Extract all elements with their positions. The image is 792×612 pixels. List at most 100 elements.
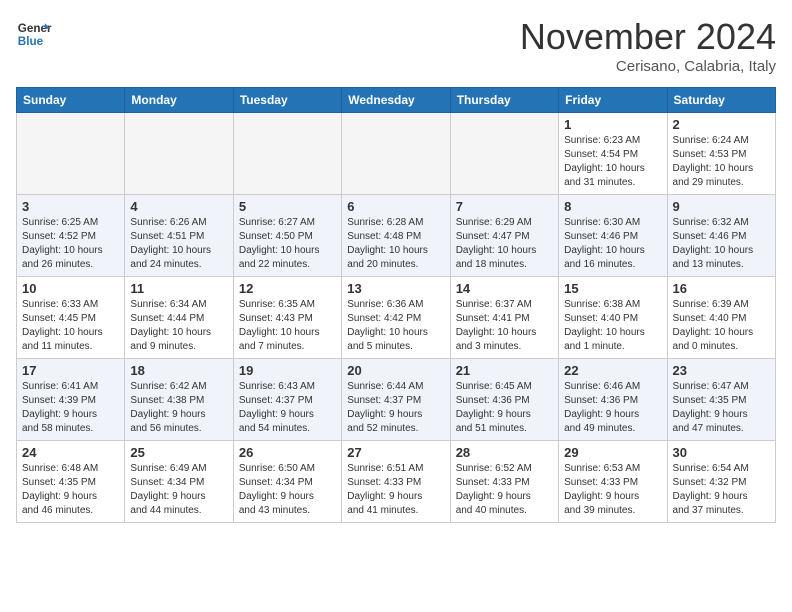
day-number: 6 [347, 199, 444, 214]
weekday-header: Saturday [667, 88, 775, 113]
day-info: Sunrise: 6:36 AM Sunset: 4:42 PM Dayligh… [347, 298, 444, 354]
month-title: November 2024 [520, 16, 776, 58]
day-info: Sunrise: 6:53 AM Sunset: 4:33 PM Dayligh… [564, 462, 661, 518]
day-number: 21 [456, 363, 553, 378]
calendar-day-cell: 20 Sunrise: 6:44 AM Sunset: 4:37 PM Dayli… [342, 359, 450, 441]
calendar-day-cell: 7 Sunrise: 6:29 AM Sunset: 4:47 PM Daylig… [450, 195, 558, 277]
day-info: Sunrise: 6:48 AM Sunset: 4:35 PM Dayligh… [22, 462, 119, 518]
day-info: Sunrise: 6:32 AM Sunset: 4:46 PM Dayligh… [673, 216, 770, 272]
logo: General Blue [16, 16, 52, 52]
calendar-day-cell: 6 Sunrise: 6:28 AM Sunset: 4:48 PM Daylig… [342, 195, 450, 277]
day-info: Sunrise: 6:41 AM Sunset: 4:39 PM Dayligh… [22, 380, 119, 436]
calendar-week-row: 17 Sunrise: 6:41 AM Sunset: 4:39 PM Dayli… [17, 359, 776, 441]
calendar-day-cell: 15 Sunrise: 6:38 AM Sunset: 4:40 PM Dayli… [559, 277, 667, 359]
day-number: 4 [130, 199, 227, 214]
day-number: 27 [347, 445, 444, 460]
title-block: November 2024 Cerisano, Calabria, Italy [520, 16, 776, 75]
day-number: 22 [564, 363, 661, 378]
calendar-day-cell [125, 113, 233, 195]
day-number: 24 [22, 445, 119, 460]
weekday-header: Tuesday [233, 88, 341, 113]
calendar-day-cell: 24 Sunrise: 6:48 AM Sunset: 4:35 PM Dayli… [17, 441, 125, 523]
day-info: Sunrise: 6:27 AM Sunset: 4:50 PM Dayligh… [239, 216, 336, 272]
calendar-day-cell: 22 Sunrise: 6:46 AM Sunset: 4:36 PM Dayli… [559, 359, 667, 441]
calendar-day-cell: 18Sunrise: 6:42 AM Sunset: 4:38 PM Dayli… [125, 359, 233, 441]
calendar-day-cell: 9Sunrise: 6:32 AM Sunset: 4:46 PM Daylig… [667, 195, 775, 277]
day-info: Sunrise: 6:34 AM Sunset: 4:44 PM Dayligh… [130, 298, 227, 354]
day-info: Sunrise: 6:50 AM Sunset: 4:34 PM Dayligh… [239, 462, 336, 518]
day-number: 15 [564, 281, 661, 296]
day-info: Sunrise: 6:37 AM Sunset: 4:41 PM Dayligh… [456, 298, 553, 354]
day-number: 10 [22, 281, 119, 296]
calendar-day-cell [17, 113, 125, 195]
calendar-day-cell: 23Sunrise: 6:47 AM Sunset: 4:35 PM Dayli… [667, 359, 775, 441]
calendar-day-cell: 3Sunrise: 6:25 AM Sunset: 4:52 PM Daylig… [17, 195, 125, 277]
calendar-day-cell: 25Sunrise: 6:49 AM Sunset: 4:34 PM Dayli… [125, 441, 233, 523]
day-info: Sunrise: 6:28 AM Sunset: 4:48 PM Dayligh… [347, 216, 444, 272]
svg-text:General: General [18, 22, 52, 35]
calendar-day-cell: 19 Sunrise: 6:43 AM Sunset: 4:37 PM Dayli… [233, 359, 341, 441]
calendar-table: SundayMondayTuesdayWednesdayThursdayFrid… [16, 87, 776, 523]
calendar-day-cell: 14 Sunrise: 6:37 AM Sunset: 4:41 PM Dayli… [450, 277, 558, 359]
day-number: 13 [347, 281, 444, 296]
calendar-day-cell: 29 Sunrise: 6:53 AM Sunset: 4:33 PM Dayli… [559, 441, 667, 523]
calendar-week-row: 10Sunrise: 6:33 AM Sunset: 4:45 PM Dayli… [17, 277, 776, 359]
day-number: 11 [130, 281, 227, 296]
day-number: 16 [673, 281, 770, 296]
calendar-day-cell: 11 Sunrise: 6:34 AM Sunset: 4:44 PM Dayli… [125, 277, 233, 359]
svg-text:Blue: Blue [18, 35, 44, 48]
calendar-header-row: SundayMondayTuesdayWednesdayThursdayFrid… [17, 88, 776, 113]
calendar-day-cell: 4 Sunrise: 6:26 AM Sunset: 4:51 PM Daylig… [125, 195, 233, 277]
day-number: 29 [564, 445, 661, 460]
day-number: 14 [456, 281, 553, 296]
day-info: Sunrise: 6:46 AM Sunset: 4:36 PM Dayligh… [564, 380, 661, 436]
calendar-day-cell: 17 Sunrise: 6:41 AM Sunset: 4:39 PM Dayli… [17, 359, 125, 441]
calendar-day-cell: 27 Sunrise: 6:51 AM Sunset: 4:33 PM Dayli… [342, 441, 450, 523]
calendar-day-cell: 2Sunrise: 6:24 AM Sunset: 4:53 PM Daylig… [667, 113, 775, 195]
calendar-day-cell: 1 Sunrise: 6:23 AM Sunset: 4:54 PM Daylig… [559, 113, 667, 195]
weekday-header: Wednesday [342, 88, 450, 113]
calendar-day-cell: 21 Sunrise: 6:45 AM Sunset: 4:36 PM Dayli… [450, 359, 558, 441]
calendar-day-cell: 12Sunrise: 6:35 AM Sunset: 4:43 PM Dayli… [233, 277, 341, 359]
weekday-header: Sunday [17, 88, 125, 113]
weekday-header: Thursday [450, 88, 558, 113]
day-number: 3 [22, 199, 119, 214]
calendar-day-cell: 16 Sunrise: 6:39 AM Sunset: 4:40 PM Dayli… [667, 277, 775, 359]
day-info: Sunrise: 6:43 AM Sunset: 4:37 PM Dayligh… [239, 380, 336, 436]
day-number: 1 [564, 117, 661, 132]
day-number: 26 [239, 445, 336, 460]
day-number: 2 [673, 117, 770, 132]
day-info: Sunrise: 6:23 AM Sunset: 4:54 PM Dayligh… [564, 134, 661, 190]
day-info: Sunrise: 6:38 AM Sunset: 4:40 PM Dayligh… [564, 298, 661, 354]
day-number: 17 [22, 363, 119, 378]
calendar-day-cell: 5 Sunrise: 6:27 AM Sunset: 4:50 PM Daylig… [233, 195, 341, 277]
weekday-header: Friday [559, 88, 667, 113]
calendar-day-cell [450, 113, 558, 195]
logo-icon: General Blue [16, 16, 52, 52]
day-number: 28 [456, 445, 553, 460]
day-number: 25 [130, 445, 227, 460]
day-info: Sunrise: 6:42 AM Sunset: 4:38 PM Dayligh… [130, 380, 227, 436]
page-header: General Blue November 2024 Cerisano, Cal… [16, 16, 776, 75]
day-number: 12 [239, 281, 336, 296]
calendar-day-cell: 8Sunrise: 6:30 AM Sunset: 4:46 PM Daylig… [559, 195, 667, 277]
day-info: Sunrise: 6:45 AM Sunset: 4:36 PM Dayligh… [456, 380, 553, 436]
day-info: Sunrise: 6:26 AM Sunset: 4:51 PM Dayligh… [130, 216, 227, 272]
day-number: 20 [347, 363, 444, 378]
day-number: 19 [239, 363, 336, 378]
calendar-day-cell [233, 113, 341, 195]
day-info: Sunrise: 6:29 AM Sunset: 4:47 PM Dayligh… [456, 216, 553, 272]
weekday-header: Monday [125, 88, 233, 113]
day-number: 23 [673, 363, 770, 378]
calendar-day-cell: 10Sunrise: 6:33 AM Sunset: 4:45 PM Dayli… [17, 277, 125, 359]
day-number: 5 [239, 199, 336, 214]
calendar-day-cell: 26 Sunrise: 6:50 AM Sunset: 4:34 PM Dayli… [233, 441, 341, 523]
day-number: 30 [673, 445, 770, 460]
day-info: Sunrise: 6:52 AM Sunset: 4:33 PM Dayligh… [456, 462, 553, 518]
day-info: Sunrise: 6:39 AM Sunset: 4:40 PM Dayligh… [673, 298, 770, 354]
day-info: Sunrise: 6:51 AM Sunset: 4:33 PM Dayligh… [347, 462, 444, 518]
day-info: Sunrise: 6:30 AM Sunset: 4:46 PM Dayligh… [564, 216, 661, 272]
location: Cerisano, Calabria, Italy [520, 58, 776, 75]
day-info: Sunrise: 6:44 AM Sunset: 4:37 PM Dayligh… [347, 380, 444, 436]
day-number: 7 [456, 199, 553, 214]
